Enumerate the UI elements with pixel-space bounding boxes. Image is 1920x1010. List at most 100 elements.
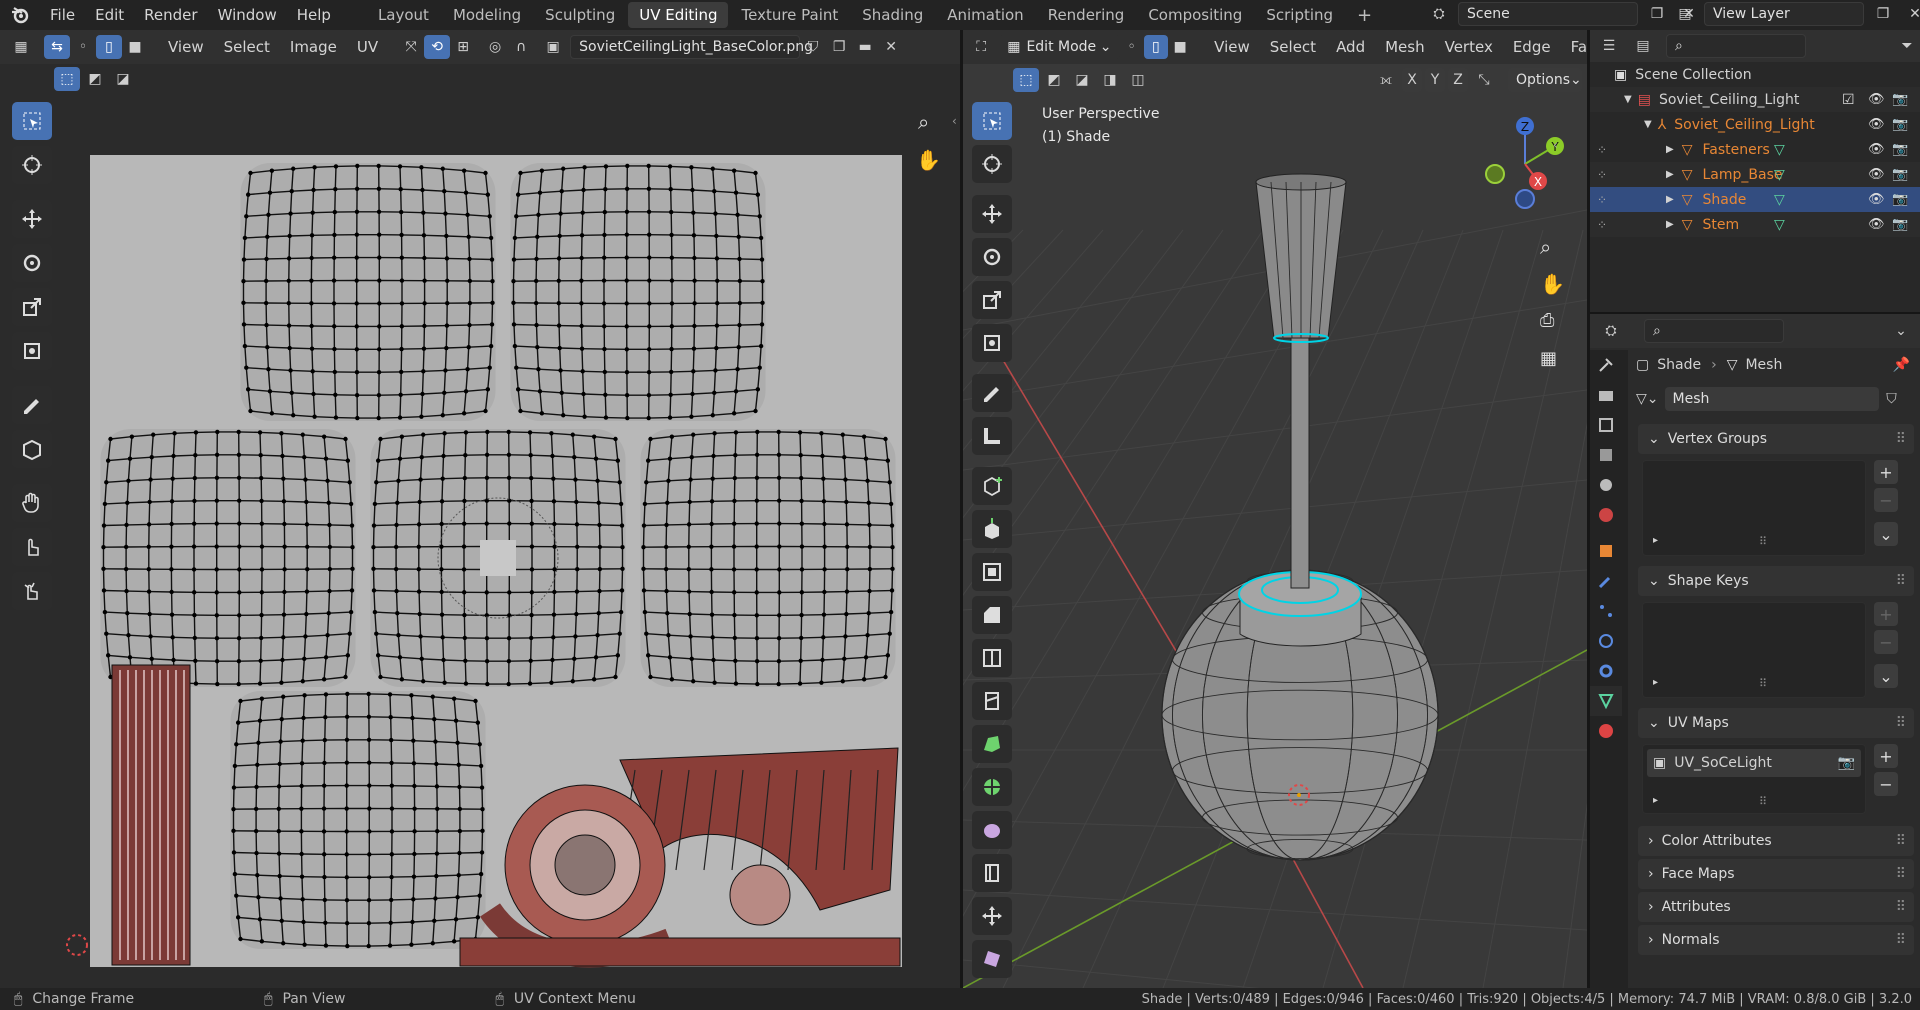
scene-icon[interactable]: ⛭ — [1426, 2, 1452, 26]
particles-tab-icon[interactable] — [1590, 596, 1622, 626]
mesh-browse-icon[interactable]: ▽⌄ — [1636, 391, 1659, 407]
view-layer-field[interactable]: View Layer — [1704, 2, 1864, 26]
vertex-select-mode-icon[interactable]: ⁘ — [1590, 168, 1614, 182]
loop-cut-tool-icon[interactable] — [972, 639, 1012, 677]
outliner-row-object[interactable]: ⁘ ▶ ▽ Lamp_Base ▽ 👁 📷 — [1590, 162, 1920, 187]
viewport-collapse-icon[interactable]: ‹ — [1553, 138, 1558, 152]
vp-cursor-tool-icon[interactable] — [972, 145, 1012, 183]
pivot-icon[interactable]: ⤧ — [398, 35, 424, 59]
drag-handle-icon[interactable]: ⠿ — [1896, 932, 1906, 948]
constraints-tab-icon[interactable] — [1590, 656, 1622, 686]
snap-icon[interactable]: ⟲ — [424, 35, 451, 59]
render-uv-camera-icon[interactable]: 📷 — [1838, 755, 1855, 771]
tab-modeling[interactable]: Modeling — [442, 2, 532, 28]
outliner-row-object[interactable]: ⁘ ▶ ▽ Stem ▽ 👁 📷 — [1590, 212, 1920, 237]
drag-handle-icon[interactable]: ⠿ — [1896, 715, 1906, 731]
panel-face-maps[interactable]: › Face Maps ⠿ — [1638, 859, 1914, 889]
tab-layout[interactable]: Layout — [367, 2, 440, 28]
drag-handle-icon[interactable]: ⠿ — [1896, 833, 1906, 849]
expand-arrow-icon[interactable]: ▶ — [1666, 194, 1674, 205]
menu-help[interactable]: Help — [287, 6, 341, 24]
add-vertex-group-button[interactable]: + — [1874, 460, 1898, 484]
scene-tab-icon[interactable] — [1590, 470, 1622, 500]
shape-keys-list[interactable]: ▸ ⠿ — [1642, 602, 1866, 698]
rip-tool-icon[interactable] — [12, 430, 52, 468]
uv-menu-image[interactable]: Image — [280, 38, 347, 56]
eye-icon[interactable]: 👁 — [1868, 192, 1885, 207]
list-resize-icon[interactable]: ⠿ — [1759, 795, 1767, 808]
spin-tool-icon[interactable] — [972, 768, 1012, 806]
edge-mode-icon[interactable]: ▯ — [1143, 35, 1168, 59]
tab-texture-paint[interactable]: Texture Paint — [730, 2, 849, 28]
output-tab-icon[interactable] — [1590, 410, 1622, 440]
panel-uv-maps[interactable]: ⌄ UV Maps ⠿ — [1638, 708, 1914, 738]
navigation-gizmo[interactable]: Z Y X — [1483, 106, 1583, 226]
properties-options-icon[interactable]: ⌄ — [1888, 319, 1914, 343]
drag-handle-icon[interactable]: ⠿ — [1896, 573, 1906, 589]
vp-menu-add[interactable]: Add — [1326, 38, 1375, 56]
outliner-row-object[interactable]: ⁘ ▶ ▽ Shade ▽ 👁 📷 — [1590, 187, 1920, 212]
tab-scripting[interactable]: Scripting — [1255, 2, 1344, 28]
world-tab-icon[interactable] — [1590, 500, 1622, 530]
view-layer-tab-icon[interactable] — [1590, 440, 1622, 470]
viewport-editor-type-icon[interactable]: ⛶ — [969, 35, 993, 59]
inset-tool-icon[interactable] — [972, 553, 1012, 591]
uv-maps-list[interactable]: ▣ UV_SoCeLight 📷 ▸ ⠿ — [1642, 744, 1866, 814]
remove-vertex-group-button[interactable]: − — [1874, 488, 1898, 512]
vertex-select-mode-icon[interactable]: ⁘ — [1590, 193, 1614, 207]
edge-slide-tool-icon[interactable] — [972, 854, 1012, 892]
tool-tab-icon[interactable] — [1590, 350, 1622, 380]
mirror-y-toggle[interactable]: Y — [1425, 68, 1445, 92]
open-image-icon[interactable]: ▬ — [852, 35, 878, 59]
select-new-icon[interactable]: ⬚ — [54, 67, 80, 91]
vp-menu-face[interactable]: Fa — [1561, 38, 1587, 56]
vertex-select-mode-icon[interactable]: ⁘ — [1590, 218, 1614, 232]
tab-compositing[interactable]: Compositing — [1137, 2, 1253, 28]
scene-field[interactable]: Scene — [1458, 2, 1638, 26]
vp-select-subtract-icon[interactable]: ◪ — [1069, 68, 1095, 92]
vertex-group-menu-icon[interactable]: ⌄ — [1874, 522, 1898, 546]
add-cube-tool-icon[interactable] — [972, 467, 1012, 505]
knife-tool-icon[interactable] — [972, 682, 1012, 720]
vp-menu-edge[interactable]: Edge — [1503, 38, 1561, 56]
uv-menu-view[interactable]: View — [158, 38, 214, 56]
expand-arrow-icon[interactable]: ▶ — [1666, 219, 1674, 230]
annotate-tool-icon[interactable] — [12, 386, 52, 424]
uv-menu-select[interactable]: Select — [214, 38, 280, 56]
expand-arrow-icon[interactable]: ▶ — [1666, 169, 1674, 180]
uv-island[interactable] — [640, 429, 896, 687]
list-expand-icon[interactable]: ▸ — [1653, 535, 1658, 546]
new-image-icon[interactable]: ❐ — [826, 35, 852, 59]
vp-transform-tool-icon[interactable] — [972, 324, 1012, 362]
panel-shape-keys[interactable]: ⌄ Shape Keys ⠿ — [1638, 566, 1914, 596]
mesh-name-field[interactable]: Mesh — [1664, 387, 1879, 411]
vertex-select-mode-icon[interactable]: ⁘ — [1590, 143, 1614, 157]
view-layer-icon[interactable]: ▤ — [1672, 2, 1698, 26]
panel-normals[interactable]: › Normals ⠿ — [1638, 925, 1914, 955]
physics-tab-icon[interactable] — [1590, 626, 1622, 656]
uv-island[interactable] — [510, 163, 766, 421]
camera-icon[interactable]: 📷 — [1892, 117, 1908, 132]
grab-tool-icon[interactable] — [12, 484, 52, 522]
remove-shape-key-button[interactable]: − — [1874, 630, 1898, 654]
mirror-z-toggle[interactable]: Z — [1448, 68, 1468, 92]
uv-island[interactable] — [230, 691, 486, 949]
list-resize-icon[interactable]: ⠿ — [1759, 535, 1767, 548]
pin-icon[interactable]: 📌 — [1893, 357, 1910, 373]
panel-attributes[interactable]: › Attributes ⠿ — [1638, 892, 1914, 922]
list-expand-icon[interactable]: ▸ — [1653, 677, 1658, 688]
menu-window[interactable]: Window — [208, 6, 287, 24]
render-tab-icon[interactable] — [1590, 380, 1622, 410]
remove-uv-map-button[interactable]: − — [1874, 772, 1898, 796]
mode-dropdown[interactable]: ▦ Edit Mode ⌄ — [999, 35, 1120, 59]
add-uv-map-button[interactable]: + — [1874, 744, 1898, 768]
sync-selection-icon[interactable]: ⇆ — [44, 35, 70, 59]
list-resize-icon[interactable]: ⠿ — [1759, 677, 1767, 690]
camera-icon[interactable]: 📷 — [1892, 217, 1908, 232]
tab-animation[interactable]: Animation — [936, 2, 1034, 28]
material-tab-icon[interactable] — [1590, 716, 1622, 746]
panel-color-attributes[interactable]: › Color Attributes ⠿ — [1638, 826, 1914, 856]
uv-canvas[interactable] — [60, 130, 920, 990]
eye-icon[interactable]: 👁 — [1868, 217, 1885, 232]
snap-options-icon[interactable]: ⊞ — [450, 35, 476, 59]
